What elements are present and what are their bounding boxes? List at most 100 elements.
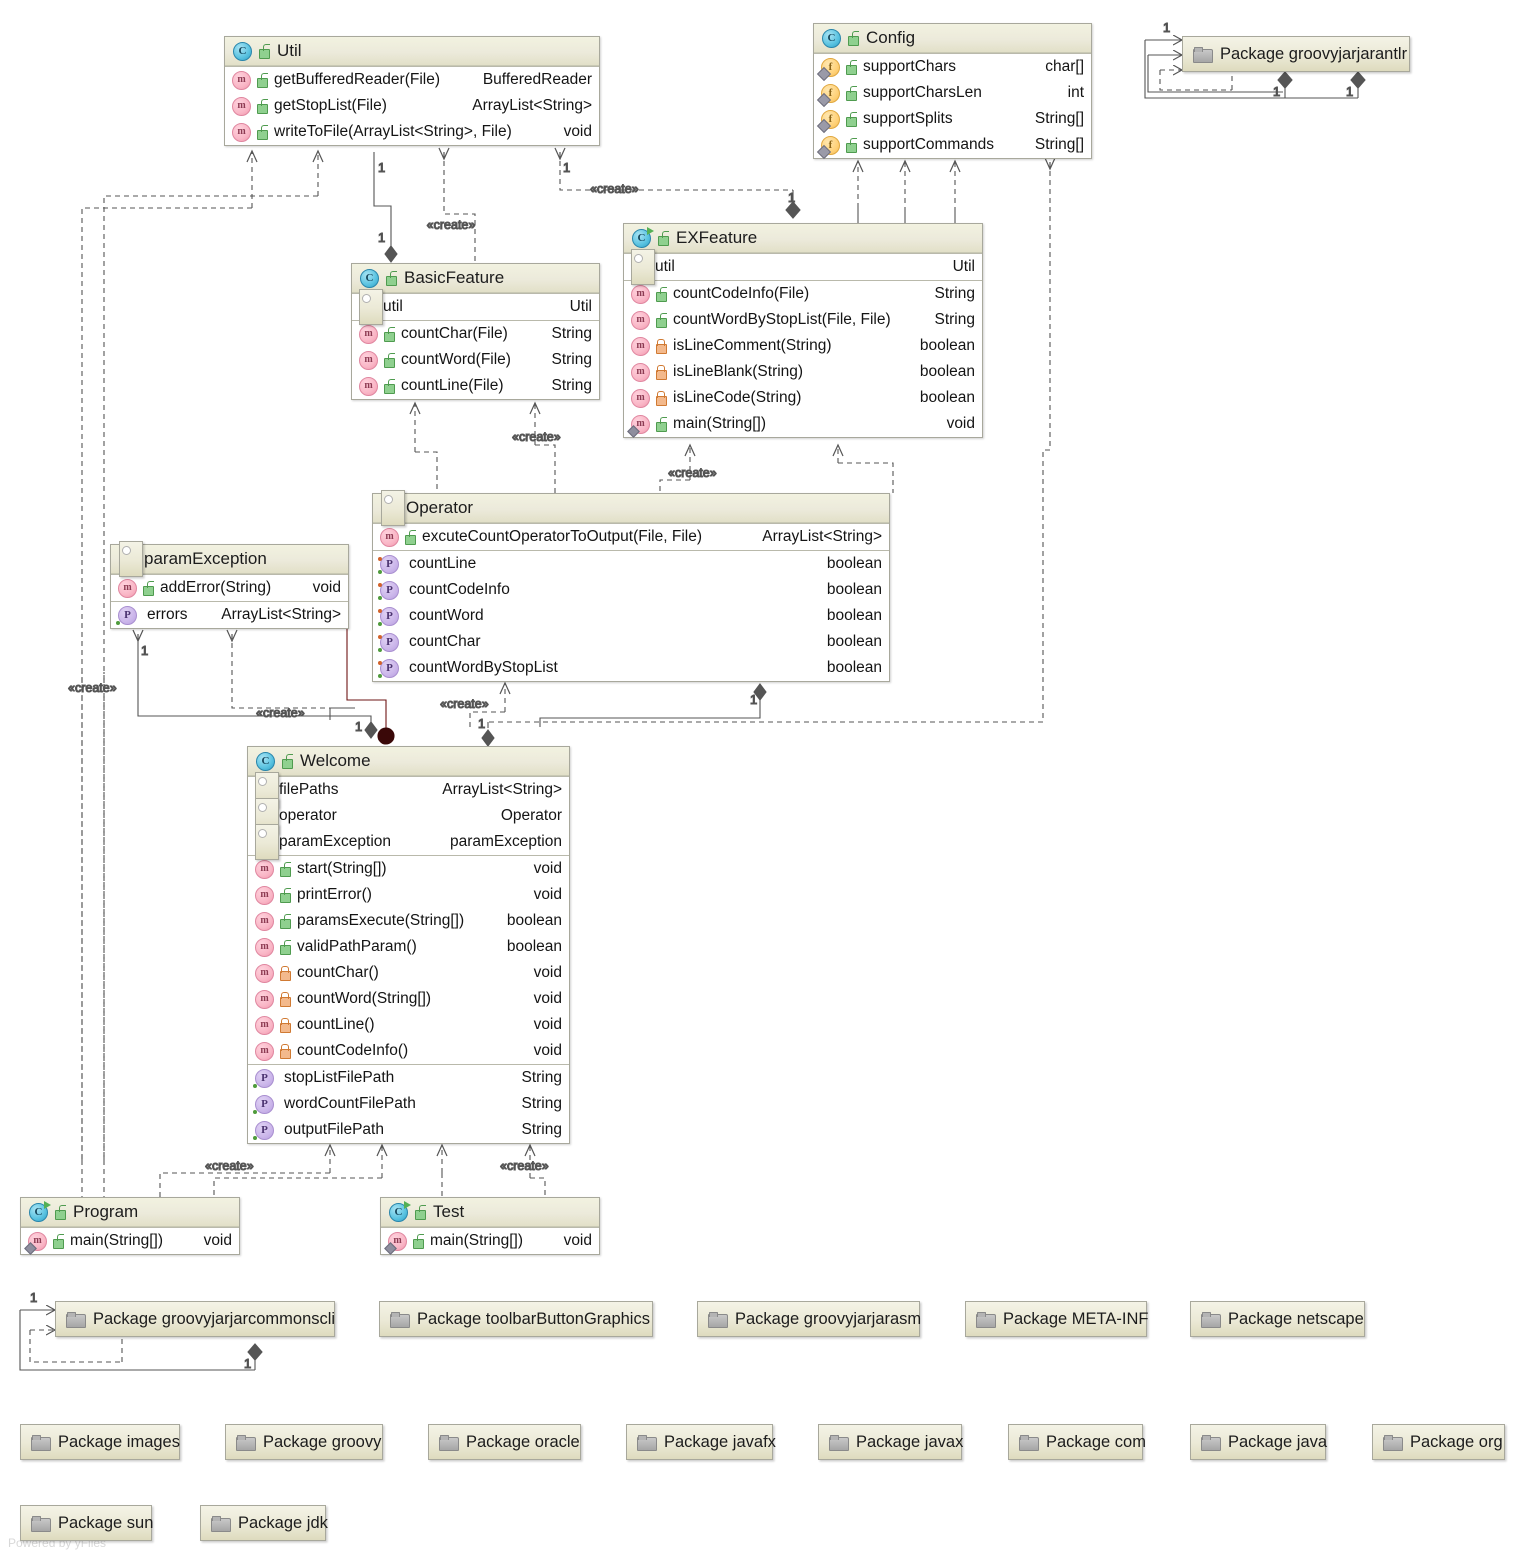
member-type: void [563,1232,592,1249]
member-type: String [521,1121,563,1138]
class-node-test[interactable]: C Test m main(String[]) void [380,1197,600,1255]
member-row[interactable]: m getStopList(File) ArrayList<String> [225,93,599,119]
member-row[interactable]: m writeToFile(ArrayList<String>, File) voi… [225,119,599,145]
member-row[interactable]: m paramsExecute(String[]) boolean [248,908,569,934]
package-node-pkg-javax[interactable]: Package javax [818,1424,963,1460]
package-node-pkg-oracle[interactable]: Package oracle [428,1424,581,1460]
member-row[interactable]: PcountWord boolean [373,603,889,629]
member-type: void [312,579,341,596]
member-type: void [203,1232,232,1249]
member-type: void [533,886,562,903]
member-row[interactable]: m main(String[]) void [21,1228,239,1254]
member-row[interactable]: m start(String[]) void [248,856,569,882]
runnable-class-icon: C [29,1200,51,1222]
class-node-config[interactable]: C Config f supportChars char[] f supportCharsL… [813,23,1092,159]
class-icon: C [256,751,275,771]
package-node-pkg-images[interactable]: Package images [20,1424,180,1460]
svg-text:«create»: «create» [256,706,305,720]
property-read-icon: P [253,1120,274,1140]
member-row[interactable]: m countChar(File) String [352,321,599,347]
package-node-pkg-groovy[interactable]: Package groovy [225,1424,383,1460]
svg-text:«create»: «create» [440,697,489,711]
package-node-pkg-metainf[interactable]: Package META-INF [965,1301,1148,1337]
member-row[interactable]: m countWord(String[]) void [248,986,569,1012]
method-icon: m [232,70,251,90]
property-read-icon: P [253,1068,274,1088]
member-row[interactable]: m countCodeInfo(File) String [624,281,982,307]
member-row[interactable]: f supportSplits String[] [814,106,1091,132]
member-row[interactable]: m excuteCountOperatorToOutput(File, File)… [373,524,889,550]
member-row[interactable]: PwordCountFilePath String [248,1091,569,1117]
package-node-pkg-javafx[interactable]: Package javafx [626,1424,776,1460]
package-label: Package groovyjarjarantlr [1220,44,1408,63]
member-name: supportCharsLen [863,84,982,101]
member-row[interactable]: m countLine(File) String [352,373,599,399]
member-row[interactable]: PcountChar boolean [373,629,889,655]
package-node-pkg-asm[interactable]: Package groovyjarjarasm [697,1301,921,1337]
static-field-icon: f [821,109,840,129]
member-section: m getBufferedReader(File) BufferedReader m g… [225,66,599,145]
package-node-pkg-netscape[interactable]: Package netscape [1190,1301,1365,1337]
member-row[interactable]: m countChar() void [248,960,569,986]
member-name: outputFilePath [284,1121,384,1138]
folder-icon [976,1311,996,1328]
member-section: Perrors ArrayList<String> [111,601,348,628]
package-node-pkg-commonscli[interactable]: Package groovyjarjarcommonscli [55,1301,335,1337]
class-node-operator[interactable]: COperatorm excuteCountOperatorToOutput(Fi… [372,490,890,682]
package-node-pkg-toolbar[interactable]: Package toolbarButtonGraphics [379,1301,653,1337]
member-row[interactable]: foperatorOperator [248,798,569,834]
package-node-pkg-sun[interactable]: Package sun [20,1505,153,1541]
public-icon [258,43,271,59]
member-row[interactable]: m addError(String) void [111,575,348,601]
private-icon [279,965,292,981]
class-node-program[interactable]: C Program m main(String[]) void [20,1197,240,1255]
member-name: main(String[]) [70,1232,164,1249]
member-row[interactable]: m countWordByStopList(File, File) String [624,307,982,333]
class-node-welcome[interactable]: CWelcomeffilePathsArrayList<String>foper… [247,746,570,1144]
member-row[interactable]: f supportCharsLen int [814,80,1091,106]
member-type: String [551,377,593,394]
method-icon: m [255,1041,274,1061]
folder-icon [66,1311,86,1328]
member-row[interactable]: PoutputFilePath String [248,1117,569,1143]
member-row[interactable]: m main(String[]) void [624,411,982,437]
member-row[interactable]: futilUtil [352,289,599,325]
class-node-paramexception[interactable]: CparamExceptionm addError(String) void Perr… [110,541,349,629]
member-row[interactable]: f supportCommands String[] [814,132,1091,158]
member-row[interactable]: m validPathParam() boolean [248,934,569,960]
member-name: countLine [409,555,477,572]
member-row[interactable]: Perrors ArrayList<String> [111,602,348,628]
member-row[interactable]: m countCodeInfo() void [248,1038,569,1064]
member-row[interactable]: fparamExceptionparamException [248,824,569,860]
member-row[interactable]: m main(String[]) void [381,1228,599,1254]
public-icon [655,312,668,328]
package-node-pkg-java[interactable]: Package java [1190,1424,1327,1460]
class-node-exfeature[interactable]: CEXFeaturefutilUtilmcountCodeInfo(File)S… [623,223,983,438]
svg-text:1: 1 [378,230,385,245]
member-row[interactable]: futilUtil [624,249,982,285]
svg-text:1: 1 [563,160,570,175]
package-node-pkg-jdk[interactable]: Package jdk [200,1505,328,1541]
member-row[interactable]: PstopListFilePath String [248,1065,569,1091]
member-row[interactable]: m countWord(File) String [352,347,599,373]
package-node-pkg-com[interactable]: Package com [1008,1424,1146,1460]
package-node-pkg-org[interactable]: Package org [1372,1424,1505,1460]
member-row[interactable]: PcountCodeInfo boolean [373,577,889,603]
member-row[interactable]: m printError() void [248,882,569,908]
member-row[interactable]: ffilePathsArrayList<String> [248,772,569,808]
member-row[interactable]: f supportChars char[] [814,54,1091,80]
package-label: Package oracle [466,1432,580,1451]
member-row[interactable]: m isLineCode(String) boolean [624,385,982,411]
package-node-pkg-antlr[interactable]: Package groovyjarjarantlr [1182,36,1410,72]
class-node-basicfeature[interactable]: CBasicFeaturefutilUtilmcountChar(File)St… [351,263,600,400]
member-row[interactable]: m isLineBlank(String) boolean [624,359,982,385]
member-row[interactable]: m countLine() void [248,1012,569,1038]
class-node-util[interactable]: C Util m getBufferedReader(File) BufferedRea… [224,36,600,146]
member-row[interactable]: m getBufferedReader(File) BufferedReader [225,67,599,93]
method-icon: m [631,388,650,408]
member-row[interactable]: m isLineComment(String) boolean [624,333,982,359]
member-row[interactable]: PcountLine boolean [373,551,889,577]
member-name: countChar(File) [401,325,508,342]
member-row[interactable]: PcountWordByStopList boolean [373,655,889,681]
method-icon: m [118,578,137,598]
